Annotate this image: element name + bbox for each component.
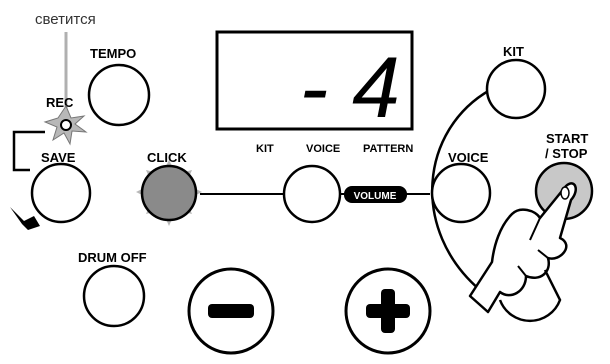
label-tempo: TEMPO: [90, 46, 136, 61]
click-button[interactable]: [140, 164, 198, 222]
control-panel-diagram: светится - 4 KIT VOICE PATTERN TEMPO REC…: [10, 11, 594, 355]
display-label-voice: VOICE: [306, 143, 340, 155]
label-voice: VOICE: [448, 150, 489, 165]
lcd-display: - 4: [215, 30, 414, 136]
label-drum-off: DRUM OFF: [78, 250, 147, 265]
display-label-pattern: PATTERN: [363, 143, 413, 155]
kit-button[interactable]: [485, 58, 547, 120]
drum-off-button[interactable]: [82, 264, 146, 328]
rec-indicator-glow: [43, 104, 88, 146]
tempo-button[interactable]: [87, 63, 151, 127]
display-value: - 4: [300, 40, 400, 136]
save-button[interactable]: [30, 162, 92, 224]
label-click: CLICK: [147, 150, 187, 165]
minus-icon: [208, 304, 254, 318]
display-label-kit: KIT: [256, 143, 274, 155]
kit-voice-select-button[interactable]: [282, 164, 342, 224]
pen-icon: [10, 207, 40, 230]
label-kit: KIT: [503, 44, 524, 59]
label-stop: / STOP: [545, 146, 588, 161]
label-save: SAVE: [41, 150, 76, 165]
voice-button[interactable]: [430, 162, 492, 224]
volume-label: VOLUME: [354, 191, 397, 202]
label-rec: REC: [46, 95, 74, 110]
annotation-label: светится: [35, 11, 96, 28]
rec-indicator-led: [60, 119, 72, 131]
label-start: START: [546, 131, 588, 146]
